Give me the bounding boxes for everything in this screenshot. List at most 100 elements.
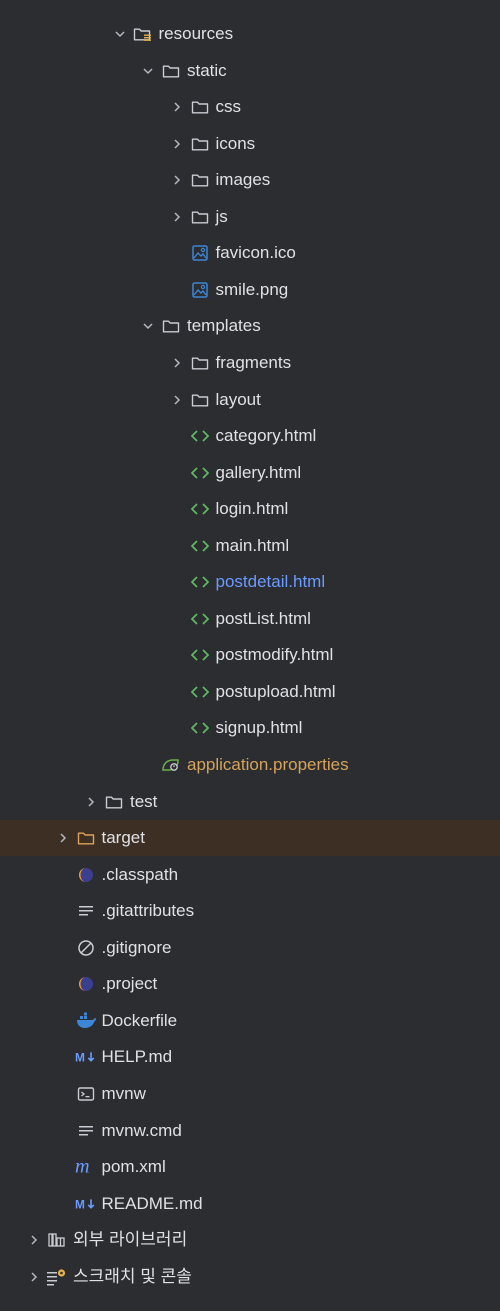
- tree-item-resources[interactable]: resources: [0, 16, 500, 52]
- tree-item-layout[interactable]: layout: [0, 382, 500, 418]
- tree-item-signup-html[interactable]: signup.html: [0, 710, 500, 746]
- chevron-down-icon[interactable]: [108, 22, 132, 46]
- library-icon: [46, 1229, 68, 1251]
- properties-file-icon: [160, 754, 182, 776]
- tree-item-login-html[interactable]: login.html: [0, 491, 500, 527]
- tree-item-label: templates: [187, 316, 261, 336]
- tree-item-js[interactable]: js: [0, 199, 500, 235]
- tree-item-category-html[interactable]: category.html: [0, 418, 500, 454]
- image-file-icon: [189, 279, 211, 301]
- tree-item-label: resources: [158, 24, 234, 43]
- tree-item-label: .project: [101, 974, 158, 994]
- tree-item-pom-xml[interactable]: m pom.xml: [0, 1149, 500, 1185]
- tree-item-postmodify-html[interactable]: postmodify.html: [0, 637, 500, 673]
- chevron-right-icon[interactable]: [51, 826, 75, 850]
- folder-icon: [189, 352, 211, 374]
- folder-icon: [189, 206, 211, 228]
- tree-item-label: images: [215, 170, 271, 190]
- tree-item-label: layout: [215, 389, 261, 409]
- chevron-right-icon[interactable]: [165, 95, 189, 119]
- tree-item-postdetail-html[interactable]: postdetail.html: [0, 564, 500, 600]
- html-file-icon: [189, 571, 211, 593]
- tree-item-스크래치-및-콘솔[interactable]: 스크래치 및 콘솔: [0, 1259, 500, 1295]
- tree-item-target[interactable]: target: [0, 820, 500, 857]
- tree-item-label: favicon.ico: [215, 243, 296, 263]
- tree-item-label: target: [101, 828, 145, 848]
- html-file-icon: [189, 681, 211, 703]
- html-file-icon: [189, 462, 211, 484]
- project-tree: resources static css icons images js favicon.i…: [0, 0, 500, 1311]
- tree-item-icons[interactable]: icons: [0, 126, 500, 162]
- tree-item-label: Dockerfile: [101, 1010, 178, 1030]
- chevron-right-icon[interactable]: [165, 205, 189, 229]
- tree-item-label: js: [215, 206, 228, 226]
- chevron-right-icon[interactable]: [22, 1265, 46, 1289]
- tree-item-postlist-html[interactable]: postList.html: [0, 601, 500, 637]
- chevron-down-icon[interactable]: [136, 314, 160, 338]
- chevron-right-icon[interactable]: [165, 351, 189, 375]
- tree-item-gallery-html[interactable]: gallery.html: [0, 455, 500, 491]
- text-lines-icon: [75, 900, 97, 922]
- tree-item-css[interactable]: css: [0, 89, 500, 125]
- tree-item-label: postmodify.html: [215, 645, 334, 665]
- tree-item-classpath[interactable]: .classpath: [0, 857, 500, 893]
- tree-item-fragments[interactable]: fragments: [0, 345, 500, 381]
- tree-item-gitattributes[interactable]: .gitattributes: [0, 893, 500, 929]
- tree-item-static[interactable]: static: [0, 53, 500, 89]
- tree-item-label: .classpath: [101, 864, 179, 884]
- tree-item-images[interactable]: images: [0, 162, 500, 198]
- eclipse-icon: [75, 973, 97, 995]
- folder-icon: [189, 389, 211, 411]
- tree-item-favicon-ico[interactable]: favicon.ico: [0, 235, 500, 271]
- folder-icon: [160, 60, 182, 82]
- folder-icon: [189, 133, 211, 155]
- tree-item-project[interactable]: .project: [0, 966, 500, 1002]
- tree-item-외부-라이브러리[interactable]: 외부 라이브러리: [0, 1222, 500, 1258]
- image-file-icon: [189, 242, 211, 264]
- tree-item-label: icons: [215, 133, 256, 153]
- chevron-right-icon[interactable]: [22, 1228, 46, 1252]
- tree-item-application-properties[interactable]: application.properties: [0, 747, 500, 783]
- resources-folder-icon: [132, 23, 154, 45]
- tree-item-mvnw[interactable]: mvnw: [0, 1076, 500, 1112]
- tree-item-smile-png[interactable]: smile.png: [0, 272, 500, 308]
- tree-item-label: README.md: [101, 1193, 203, 1213]
- tree-item-mvnw-cmd[interactable]: mvnw.cmd: [0, 1113, 500, 1149]
- html-file-icon: [189, 425, 211, 447]
- chevron-right-icon[interactable]: [79, 790, 103, 814]
- tree-item-label: fragments: [215, 352, 292, 372]
- chevron-right-icon[interactable]: [165, 388, 189, 412]
- tree-item-label: postupload.html: [215, 681, 336, 701]
- tree-item-dockerfile[interactable]: Dockerfile: [0, 1003, 500, 1039]
- chevron-right-icon[interactable]: [165, 168, 189, 192]
- folder-icon: [189, 96, 211, 118]
- tree-item-main-html[interactable]: main.html: [0, 528, 500, 564]
- html-file-icon: [189, 717, 211, 739]
- tree-item-gitignore[interactable]: .gitignore: [0, 930, 500, 966]
- chevron-down-icon[interactable]: [136, 59, 160, 83]
- tree-item-help-md[interactable]: M HELP.md: [0, 1039, 500, 1075]
- tree-item-label: login.html: [215, 499, 289, 519]
- svg-text:M: M: [75, 1051, 85, 1064]
- markdown-icon: M: [75, 1193, 97, 1215]
- ignore-icon: [75, 937, 97, 959]
- svg-text:m: m: [75, 1158, 90, 1176]
- html-file-icon: [189, 644, 211, 666]
- chevron-right-icon[interactable]: [165, 132, 189, 156]
- tree-item-postupload-html[interactable]: postupload.html: [0, 674, 500, 710]
- maven-icon: m: [75, 1156, 97, 1178]
- tree-item-test[interactable]: test: [0, 784, 500, 820]
- tree-item-label: mvnw.cmd: [101, 1120, 182, 1140]
- tree-item-label: .gitignore: [101, 937, 172, 957]
- tree-item-label: category.html: [215, 426, 317, 446]
- tree-item-label: test: [130, 791, 158, 811]
- folder-orange-icon: [75, 827, 97, 849]
- docker-icon: [75, 1010, 97, 1032]
- tree-item-label: 외부 라이브러리: [73, 1230, 188, 1250]
- tree-item-readme-md[interactable]: M README.md: [0, 1186, 500, 1222]
- html-file-icon: [189, 608, 211, 630]
- tree-item-label: smile.png: [215, 279, 289, 299]
- tree-item-templates[interactable]: templates: [0, 308, 500, 344]
- folder-icon: [160, 315, 182, 337]
- scratch-icon: [46, 1266, 68, 1288]
